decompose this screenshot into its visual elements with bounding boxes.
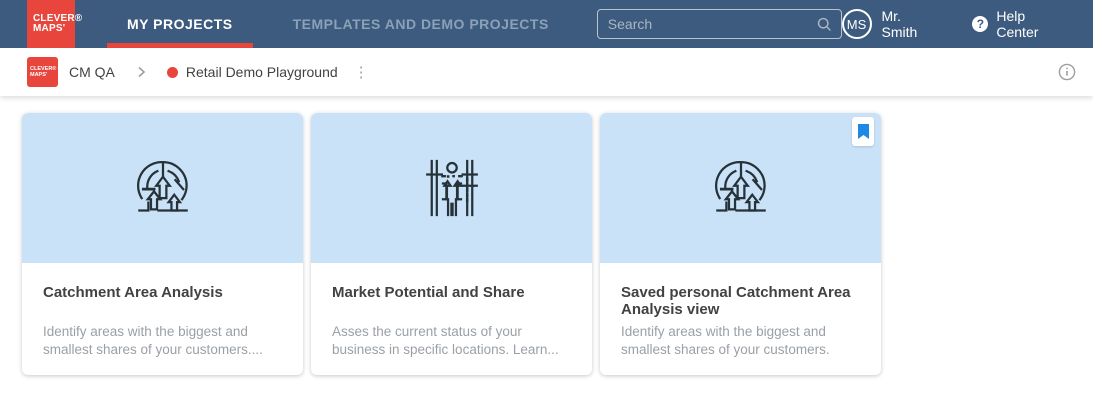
clevermaps-logo[interactable]: CLEVER® MAPS' (27, 0, 75, 48)
logo-sm-line2: MAPS' (30, 72, 58, 78)
card-body: Catchment Area Analysis Identify areas w… (22, 263, 303, 358)
card-title: Saved personal Catchment Area Analysis v… (621, 284, 861, 323)
card-media (22, 113, 303, 263)
chevron-right-icon (135, 66, 147, 78)
main-tabs: MY PROJECTS TEMPLATES AND DEMO PROJECTS (107, 0, 569, 48)
tab-templates-demo-projects-label: TEMPLATES AND DEMO PROJECTS (293, 16, 549, 32)
project-card[interactable]: Market Potential and Share Asses the cur… (311, 113, 592, 375)
user-avatar[interactable]: MS (842, 9, 872, 39)
card-description: Asses the current status of your busines… (332, 323, 572, 358)
project-status-dot (167, 67, 178, 78)
bookmark-button[interactable] (852, 117, 874, 146)
info-icon[interactable] (1058, 63, 1076, 81)
breadcrumb-workspace[interactable]: CM QA (69, 64, 115, 80)
catchment-area-icon (126, 152, 200, 224)
bookmark-icon (857, 124, 870, 140)
card-title: Market Potential and Share (332, 284, 572, 323)
card-description: Identify areas with the biggest and smal… (43, 323, 283, 358)
tab-my-projects[interactable]: MY PROJECTS (107, 0, 253, 48)
help-center-button[interactable]: ? Help Center (972, 8, 1069, 40)
breadcrumb-project-name[interactable]: Retail Demo Playground (186, 64, 338, 80)
project-card[interactable]: Saved personal Catchment Area Analysis v… (600, 113, 881, 375)
top-navigation-bar: CLEVER® MAPS' MY PROJECTS TEMPLATES AND … (0, 0, 1093, 48)
project-card[interactable]: Catchment Area Analysis Identify areas w… (22, 113, 303, 375)
tab-my-projects-label: MY PROJECTS (127, 16, 233, 32)
search-icon[interactable] (816, 16, 833, 33)
help-icon: ? (972, 16, 988, 32)
catchment-area-icon (704, 152, 778, 224)
user-name[interactable]: Mr. Smith (882, 8, 940, 40)
card-media (311, 113, 592, 263)
tab-templates-demo-projects[interactable]: TEMPLATES AND DEMO PROJECTS (273, 0, 569, 48)
kebab-menu-icon[interactable]: ⋮ (350, 63, 373, 82)
topbar-right-group: MS Mr. Smith ? Help Center (842, 8, 1070, 40)
logo-line2: MAPS' (33, 24, 75, 34)
search-box[interactable] (597, 9, 842, 39)
project-breadcrumb-bar: CLEVER® MAPS' CM QA Retail Demo Playgrou… (0, 48, 1093, 96)
card-description: Identify areas with the biggest and smal… (621, 323, 861, 358)
project-cards: Catchment Area Analysis Identify areas w… (0, 96, 1093, 375)
card-media (600, 113, 881, 263)
help-center-label: Help Center (996, 8, 1069, 40)
market-potential-icon (415, 152, 489, 224)
card-body: Market Potential and Share Asses the cur… (311, 263, 592, 358)
clevermaps-home-logo[interactable]: CLEVER® MAPS' (27, 57, 58, 87)
search-input[interactable] (608, 16, 816, 32)
card-title: Catchment Area Analysis (43, 284, 283, 323)
card-body: Saved personal Catchment Area Analysis v… (600, 263, 881, 358)
user-initials: MS (847, 17, 867, 32)
